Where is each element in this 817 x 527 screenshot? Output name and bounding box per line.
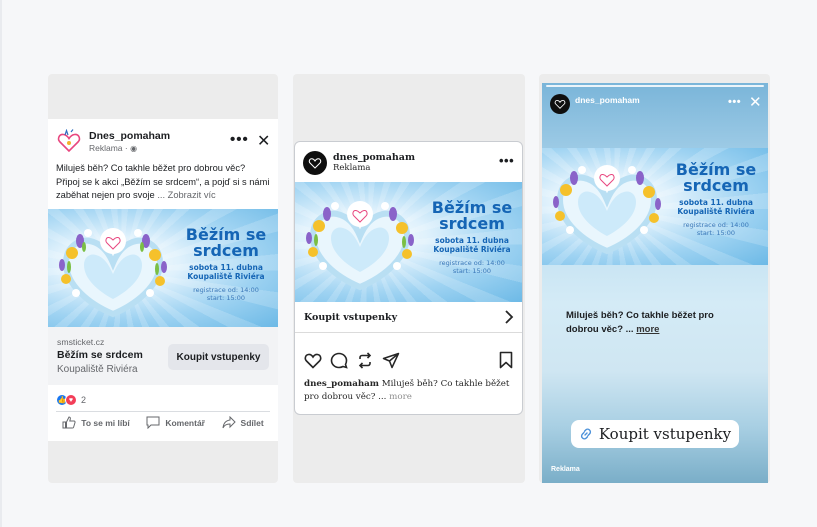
sponsored-label: Reklama · ◉ [89, 143, 137, 153]
ig-creative-start: start: 15:00 [452, 267, 492, 275]
ig-avatar-logo-icon [308, 158, 322, 169]
ad-creative[interactable]: Běžím se srdcem sobota 11. dubna Koupali… [48, 209, 278, 327]
ig-creative-venue: Koupaliště Riviéra [433, 245, 511, 254]
ig-more-options-icon[interactable]: ••• [499, 153, 514, 168]
story-more-link[interactable]: more [636, 324, 659, 335]
story-avatar-logo-icon [554, 99, 566, 109]
more-options-icon[interactable]: ••• [230, 131, 249, 148]
heart-flowers-illustration [59, 228, 167, 318]
see-more-link[interactable]: ... Zobrazit víc [157, 190, 215, 200]
post-header: Dnes_pomaham Reklama · ◉ ••• ✕ [48, 119, 278, 156]
story-ad-creative[interactable]: Běžím se srdcem sobota 11. dubna Koupali… [542, 148, 768, 265]
ig-creative-text-block: Běžím se srdcem sobota 11. dubna Koupali… [422, 200, 522, 276]
link-description: Koupaliště Riviéra [57, 364, 138, 375]
comment-label: Komentář [165, 417, 205, 428]
creative-headline-2: srdcem [193, 241, 259, 260]
story-creative-text-block: Běžím se srdcem sobota 11. dubna Koupali… [666, 162, 766, 238]
repost-icon[interactable] [356, 352, 374, 369]
comment-bubble-icon[interactable] [330, 352, 348, 369]
story-creative-venue: Koupaliště Riviéra [677, 207, 755, 216]
story-more-options-icon[interactable]: ••• [728, 96, 741, 108]
instagram-story-preview: dnes_pomaham ••• ✕ Běžím se srdcem sobot… [542, 83, 768, 483]
post-body: Miluješ běh? Co takhle běžet pro dobrou … [48, 156, 278, 202]
ig-creative-headline-2: srdcem [439, 214, 505, 233]
sponsored-text: Reklama · [89, 143, 128, 153]
story-heart-flowers-illustration [553, 165, 661, 255]
story-creative-date: sobota 11. dubna [679, 198, 753, 207]
story-sticker-label: Koupit vstupenky [598, 425, 732, 443]
story-progress-bar [546, 85, 764, 87]
globe-icon: ◉ [130, 144, 138, 153]
creative-registration: registrace od: 14:00 [193, 286, 259, 294]
creative-text-block: Běžím se srdcem sobota 11. dubna Koupali… [176, 227, 276, 303]
close-icon[interactable]: ✕ [257, 131, 270, 151]
story-close-icon[interactable]: ✕ [749, 93, 762, 111]
thumbs-up-icon [62, 416, 76, 429]
bookmark-icon[interactable] [498, 351, 514, 369]
feed-spacer-top [48, 74, 278, 119]
comment-icon [146, 416, 160, 429]
creative-venue: Koupaliště Riviéra [187, 272, 265, 281]
feed-spacer-bottom [48, 441, 278, 483]
buy-tickets-button[interactable]: Koupit vstupenky [168, 344, 269, 370]
share-button[interactable]: Sdílet [222, 416, 264, 429]
actions-divider [56, 411, 270, 412]
ig-sponsored: Reklama [333, 163, 371, 173]
share-label: Sdílet [240, 417, 264, 428]
like-button[interactable]: To se mi líbí [62, 416, 130, 429]
story-copy: Miluješ běh? Co takhle běžet pro dobrou … [566, 309, 736, 336]
page-name[interactable]: Dnes_pomaham [89, 130, 170, 142]
instagram-feed-preview: dnes_pomaham Reklama ••• Běžím se srdcem… [294, 141, 523, 415]
story-creative-start: start: 15:00 [696, 229, 736, 237]
love-reaction-icon: ♥ [65, 394, 77, 406]
ig-creative-date: sobota 11. dubna [435, 236, 509, 245]
ig-cta-bar[interactable]: Koupit vstupenky [295, 302, 522, 333]
ig-avatar[interactable] [303, 151, 327, 175]
post-actions: To se mi líbí Komentář Sdílet [48, 416, 278, 429]
ig-ad-creative[interactable]: Běžím se srdcem sobota 11. dubna Koupali… [295, 182, 522, 302]
link-title: Běžím se srdcem [57, 349, 143, 361]
ig-cta-label: Koupit vstupenky [304, 312, 398, 323]
story-creative-registration: registrace od: 14:00 [683, 221, 749, 229]
facebook-feed-preview: Dnes_pomaham Reklama · ◉ ••• ✕ Miluješ b… [48, 74, 278, 483]
ig-username[interactable]: dnes_pomaham [333, 152, 415, 163]
ig-heart-flowers-illustration [306, 201, 414, 291]
like-label: To se mi líbí [81, 417, 130, 428]
story-ad-label: Reklama [551, 466, 580, 473]
ig-caption: dnes_pomaham Miluješ běh? Co takhle běže… [304, 378, 516, 404]
ig-creative-registration: registrace od: 14:00 [439, 259, 505, 267]
ig-caption-more-link[interactable]: more [386, 392, 412, 402]
story-username[interactable]: dnes_pomaham [575, 95, 640, 105]
reactions-summary[interactable]: 👍 ♥ 2 [56, 394, 86, 406]
page-avatar[interactable] [56, 129, 82, 155]
link-preview[interactable]: smsticket.cz Běžím se srdcem Koupaliště … [48, 327, 278, 385]
link-domain: smsticket.cz [57, 337, 105, 347]
creative-date: sobota 11. dubna [189, 263, 263, 272]
link-icon [580, 428, 591, 440]
heart-icon[interactable] [304, 352, 322, 369]
reaction-count: 2 [81, 395, 87, 405]
chevron-right-icon [505, 310, 514, 324]
creative-start: start: 15:00 [206, 294, 246, 302]
comment-button[interactable]: Komentář [146, 416, 205, 429]
story-creative-headline-2: srdcem [683, 176, 749, 195]
ig-action-icons [304, 352, 400, 369]
story-avatar[interactable] [550, 94, 570, 114]
story-link-sticker[interactable]: Koupit vstupenky [571, 420, 739, 448]
send-icon[interactable] [382, 352, 400, 369]
ig-caption-username[interactable]: dnes_pomaham [304, 379, 379, 389]
share-icon [222, 416, 236, 429]
page-edge [0, 0, 2, 527]
